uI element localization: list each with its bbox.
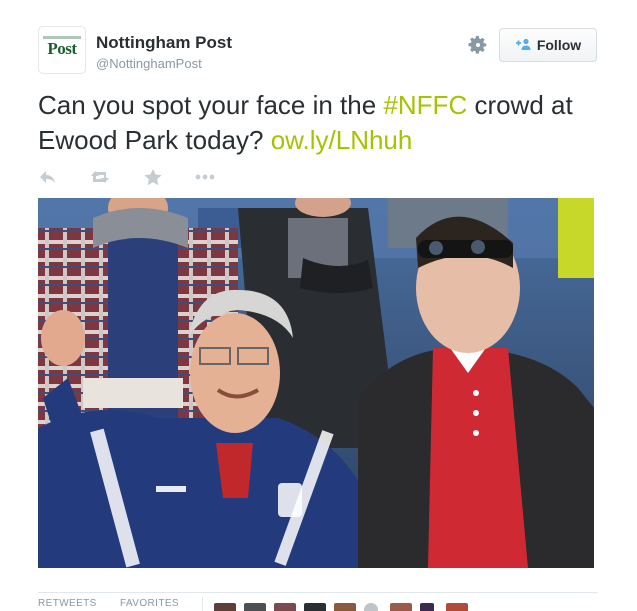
favorite-icon-graphic: [144, 169, 162, 186]
reply-icon-graphic: [40, 171, 55, 183]
favoriter-avatar[interactable]: [334, 603, 356, 611]
retweet-icon[interactable]: [90, 168, 114, 186]
favoriter-avatar[interactable]: [244, 603, 266, 611]
retweet-icon-graphic: [91, 171, 109, 183]
tweet-text-start: Can you spot your face in the: [38, 90, 384, 120]
stats-divider: [202, 597, 203, 611]
logo-text: Post: [47, 39, 77, 58]
reply-icon[interactable]: [38, 168, 58, 186]
tweet-header: Post Nottingham Post @NottinghamPost Fol…: [38, 26, 598, 76]
tweet-photo[interactable]: [38, 198, 594, 568]
more-icon[interactable]: [194, 168, 218, 186]
tweet-actions: [38, 168, 238, 188]
favoriter-avatar[interactable]: [304, 603, 326, 611]
account-handle[interactable]: @NottinghamPost: [96, 56, 202, 71]
follow-label: Follow: [536, 37, 582, 53]
gear-icon[interactable]: [467, 34, 489, 56]
favoriter-avatar[interactable]: [420, 603, 434, 611]
tweet-stats: RETWEETS FAVORITES: [38, 592, 598, 611]
more-icon-graphic: [195, 174, 215, 180]
favoriter-avatar[interactable]: [214, 603, 236, 611]
crowd-photo: [38, 198, 594, 568]
add-user-icon-graphic: [515, 38, 531, 50]
favoriter-avatar[interactable]: [364, 603, 378, 611]
add-user-icon: [515, 38, 531, 53]
tweet-text: Can you spot your face in the #NFFC crow…: [38, 88, 608, 158]
gear-icon-graphic: [468, 35, 487, 54]
favorite-icon[interactable]: [143, 168, 163, 186]
favorites-label[interactable]: FAVORITES: [120, 598, 179, 609]
favoriter-avatar[interactable]: [446, 603, 468, 611]
url-link[interactable]: ow.ly/LNhuh: [271, 125, 413, 155]
favoriter-avatar[interactable]: [390, 603, 412, 611]
account-name[interactable]: Nottingham Post: [96, 33, 232, 53]
hashtag-link[interactable]: #NFFC: [383, 90, 467, 120]
retweets-label[interactable]: RETWEETS: [38, 598, 97, 609]
favoriter-avatar[interactable]: [274, 603, 296, 611]
follow-button[interactable]: Follow: [499, 28, 597, 62]
avatar[interactable]: Post: [38, 26, 86, 74]
